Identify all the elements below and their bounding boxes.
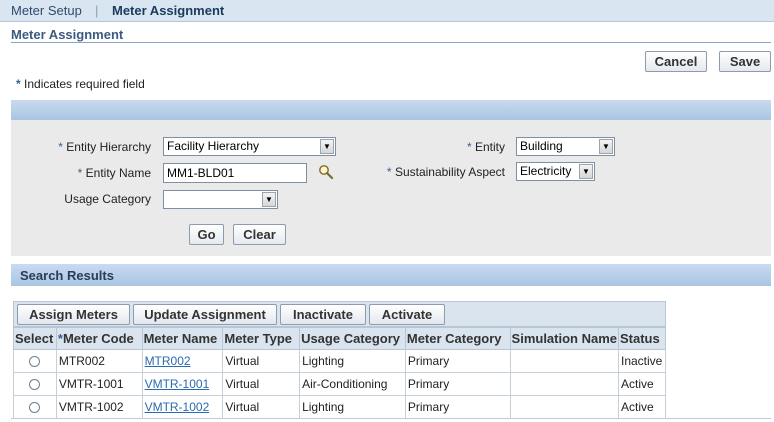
title-divider [11,42,771,43]
row-select-radio[interactable] [29,356,41,368]
column-header-meter-code: *Meter Code [55,327,143,350]
clear-button[interactable]: Clear [233,224,286,245]
results-action-bar: Assign Meters Update Assignment Inactiva… [13,301,666,327]
chevron-down-icon[interactable]: ▼ [599,139,613,154]
usage-category-label: Usage Category [64,192,151,206]
meter-category-cell: Primary [404,349,511,373]
entity-label: * Entity [466,140,505,154]
entity-name-label: * Entity Name [77,166,151,180]
status-cell: Active [618,372,666,396]
cancel-button[interactable]: Cancel [645,51,707,72]
meter-code-cell: MTR002 [55,349,143,373]
meter-code-cell: VMTR-1001 [55,372,143,396]
table-row: MTR002 MTR002 Virtual Lighting Primary I… [13,349,666,373]
save-button[interactable]: Save [719,51,771,72]
meter-name-cell: MTR002 [141,349,224,373]
select-cell [13,349,57,373]
meter-type-cell: Virtual [222,395,301,419]
search-icon[interactable] [318,164,334,180]
column-header-meter-type: Meter Type [222,327,301,350]
meter-name-link[interactable]: MTR002 [145,354,191,368]
required-field-note: * Indicates required field [16,77,145,91]
subtab-meter-assignment[interactable]: Meter Assignment [112,3,224,18]
table-header-row: Select *Meter Code Meter Name Meter Type… [13,327,666,350]
table-row: VMTR-1002 VMTR-1002 Virtual Lighting Pri… [13,395,666,419]
row-select-radio[interactable] [29,402,41,414]
column-header-select: Select [13,327,57,350]
select-cell [13,372,57,396]
column-header-status: Status [618,327,666,350]
meter-name-cell: VMTR-1001 [141,372,224,396]
simulation-name-cell [509,395,620,419]
sustainability-aspect-select[interactable]: Electricity ▼ [516,162,595,181]
meter-type-cell: Virtual [222,372,301,396]
go-button[interactable]: Go [189,224,224,245]
meter-code-cell: VMTR-1002 [55,395,143,419]
row-select-radio[interactable] [29,379,41,391]
entity-select[interactable]: Building ▼ [516,137,615,156]
usage-category-select[interactable]: ▼ [163,190,278,209]
column-header-meter-category: Meter Category [404,327,511,350]
usage-category-cell: Air-Conditioning [299,372,406,396]
meter-name-cell: VMTR-1002 [141,395,224,419]
simulation-name-cell [509,349,620,373]
status-cell: Active [618,395,666,419]
meter-category-cell: Primary [404,372,511,396]
search-panel-header [11,100,771,120]
results-table: Select *Meter Code Meter Name Meter Type… [13,327,666,419]
inactivate-button[interactable]: Inactivate [280,304,366,325]
column-header-meter-name: Meter Name [141,327,224,350]
entity-hierarchy-label: * Entity Hierarchy [58,140,151,154]
bottom-divider [11,418,771,419]
meter-name-link[interactable]: VMTR-1002 [145,400,210,414]
required-star: * [16,77,21,91]
meter-name-link[interactable]: VMTR-1001 [145,377,210,391]
assign-meters-button[interactable]: Assign Meters [17,304,130,325]
select-cell [13,395,57,419]
simulation-name-cell [509,372,620,396]
subtab-bar: Meter Setup | Meter Assignment [0,0,774,22]
activate-button[interactable]: Activate [369,304,445,325]
required-note-text: Indicates required field [24,77,145,91]
page-title: Meter Assignment [11,27,124,42]
table-row: VMTR-1001 VMTR-1001 Virtual Air-Conditio… [13,372,666,396]
chevron-down-icon[interactable]: ▼ [262,192,276,207]
meter-type-cell: Virtual [222,349,301,373]
chevron-down-icon[interactable]: ▼ [320,139,334,154]
chevron-down-icon[interactable]: ▼ [579,164,593,179]
usage-category-cell: Lighting [299,349,406,373]
entity-name-input[interactable]: MM1-BLD01 [163,163,307,183]
subtab-separator: | [95,3,99,18]
search-panel: * Entity Hierarchy Facility Hierarchy ▼ … [11,100,771,256]
column-header-simulation-name: Simulation Name [509,327,620,350]
entity-hierarchy-select[interactable]: Facility Hierarchy ▼ [163,137,336,156]
sustainability-aspect-label: * Sustainability Aspect [386,165,505,179]
search-results-header: Search Results [11,264,771,286]
meter-category-cell: Primary [404,395,511,419]
usage-category-cell: Lighting [299,395,406,419]
column-header-usage-category: Usage Category [299,327,406,350]
subtab-meter-setup[interactable]: Meter Setup [11,3,82,18]
status-cell: Inactive [618,349,666,373]
update-assignment-button[interactable]: Update Assignment [133,304,277,325]
